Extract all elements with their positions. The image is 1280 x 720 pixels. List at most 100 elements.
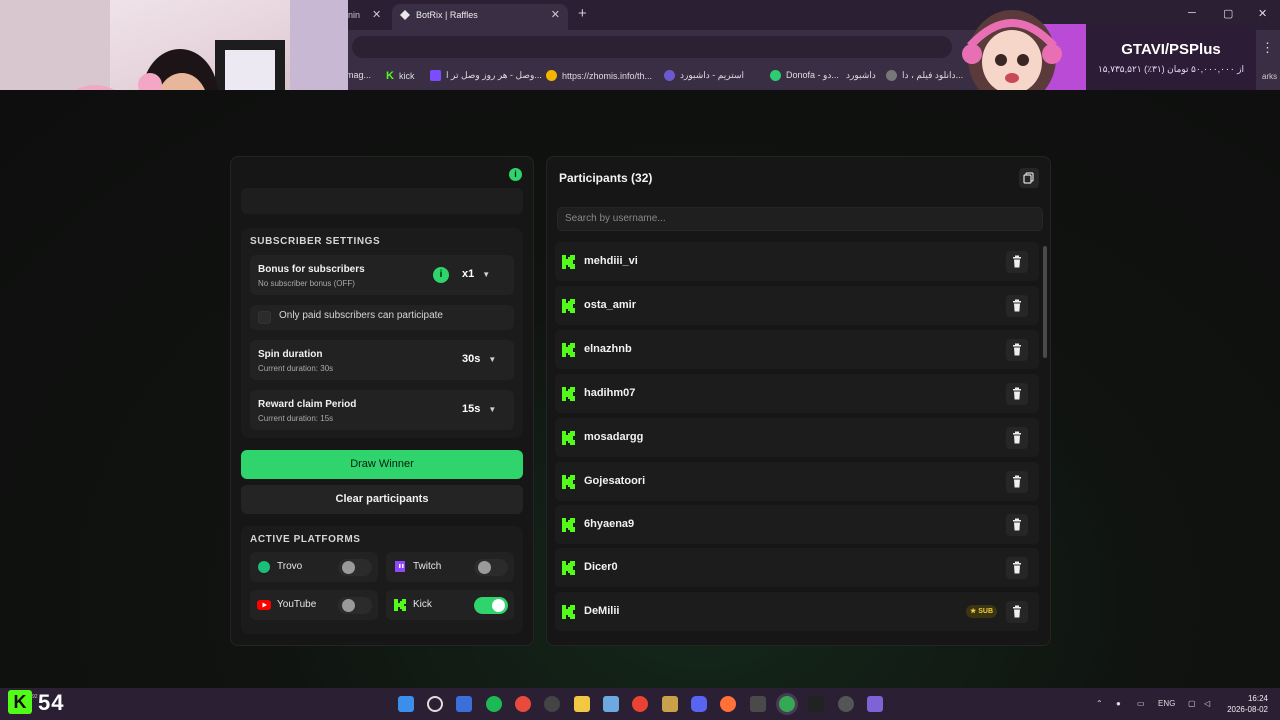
platform-kick: Kick — [386, 590, 514, 620]
volume-icon[interactable]: ◁ — [1204, 699, 1210, 708]
youtube-toggle[interactable] — [338, 597, 372, 614]
reward-claim-dropdown[interactable]: 15s ▼ — [462, 403, 496, 415]
bookmark-item[interactable]: https://zhomis.info/th... — [546, 70, 652, 81]
bookmark-item[interactable]: داشبورد — [846, 70, 876, 81]
close-window-button[interactable]: ✕ — [1258, 7, 1267, 20]
close-tab-icon[interactable]: ✕ — [372, 6, 381, 24]
toggle-knob — [492, 599, 505, 612]
remove-participant-button[interactable] — [1006, 383, 1028, 405]
remove-participant-button[interactable] — [1006, 471, 1028, 493]
bookmark-item[interactable]: Donofa - دو... — [770, 70, 839, 81]
app-icon[interactable] — [750, 696, 766, 712]
spotify-icon[interactable] — [486, 696, 502, 712]
address-bar[interactable] — [352, 36, 952, 58]
copy-icon — [1023, 172, 1034, 184]
remove-participant-button[interactable] — [1006, 427, 1028, 449]
botrix-favicon-icon — [400, 10, 410, 20]
display-icon[interactable]: ▢ — [1188, 699, 1196, 708]
remove-participant-button[interactable] — [1006, 339, 1028, 361]
donation-goal-title: GTAVI/PSPlus — [1121, 41, 1221, 58]
search-icon[interactable] — [427, 696, 443, 712]
bonus-info-icon[interactable]: i — [433, 267, 449, 283]
reward-claim-label: Reward claim Period — [258, 399, 357, 410]
new-tab-button[interactable]: + — [578, 5, 587, 22]
maximize-button[interactable]: ▢ — [1223, 7, 1233, 20]
youtube-icon — [257, 600, 271, 610]
language-indicator[interactable]: ENG — [1158, 699, 1175, 708]
bonus-subscribers-desc: No subscriber bonus (OFF) — [258, 279, 355, 288]
settings-field[interactable] — [241, 188, 523, 214]
kick-icon: K — [386, 70, 394, 82]
platform-trovo: Trovo — [250, 552, 378, 582]
bonus-subscribers-label: Bonus for subscribers — [258, 264, 365, 275]
clock-date: 2026-08-02 — [1227, 705, 1268, 714]
more-menu-icon[interactable]: ⋮ — [1261, 40, 1274, 56]
chrome-active-icon[interactable] — [779, 696, 795, 712]
twitch-toggle[interactable] — [474, 559, 508, 576]
participant-username: Gojesatoori — [584, 475, 646, 487]
file-explorer-icon[interactable] — [574, 696, 590, 712]
kick-icon — [562, 518, 575, 532]
app-icon[interactable] — [515, 696, 531, 712]
system-clock[interactable]: 16:24 2026-08-02 — [1224, 693, 1268, 715]
microphone-icon[interactable]: ● — [1116, 699, 1121, 708]
doc-icon — [430, 70, 441, 81]
draw-winner-button[interactable]: Draw Winner — [241, 450, 523, 479]
trash-icon — [1013, 255, 1021, 268]
spin-duration-dropdown[interactable]: 30s ▼ — [462, 353, 496, 365]
remove-participant-button[interactable] — [1006, 251, 1028, 273]
copy-button[interactable] — [1019, 168, 1039, 188]
platform-label: YouTube — [277, 599, 317, 610]
browser-tab-partial[interactable]: nin ✕ — [348, 6, 390, 28]
bookmark-label: وصل - هر روز وصل تر ا... — [446, 70, 542, 80]
keyboard-icon[interactable]: ▭ — [1137, 699, 1145, 708]
obs-icon[interactable] — [838, 696, 854, 712]
active-platforms-heading: ACTIVE PLATFORMS — [250, 534, 361, 545]
chevron-down-icon: ▼ — [488, 405, 497, 414]
bonus-multiplier-dropdown[interactable]: x1 ▼ — [462, 268, 490, 280]
participant-row: hadihm07 — [555, 374, 1039, 413]
bookmark-label: mag... — [346, 70, 372, 80]
chrome-icon — [546, 70, 557, 81]
kick-toggle[interactable] — [474, 597, 508, 614]
start-menu-icon[interactable] — [398, 696, 414, 712]
participant-row: elnazhnb — [555, 330, 1039, 369]
app-icon[interactable] — [867, 696, 883, 712]
subscriber-settings-heading: SUBSCRIBER SETTINGS — [250, 236, 381, 247]
close-tab-icon[interactable]: ✕ — [551, 4, 560, 26]
spin-duration-value: 30s — [462, 353, 481, 365]
bookmark-item[interactable]: استریم - داشبورد — [664, 70, 744, 81]
participant-search-input[interactable]: Search by username... — [557, 207, 1043, 231]
minimize-button[interactable]: ─ — [1188, 7, 1196, 19]
app-icon[interactable] — [544, 696, 560, 712]
firefox-icon[interactable] — [720, 696, 736, 712]
remove-participant-button[interactable] — [1006, 514, 1028, 536]
paid-only-checkbox[interactable] — [258, 311, 271, 324]
kick-icon — [394, 599, 406, 611]
terminal-icon[interactable] — [808, 696, 824, 712]
bookmark-item[interactable]: دانلود فیلم ، دا... — [886, 70, 963, 81]
remove-participant-button[interactable] — [1006, 601, 1028, 623]
participant-username: DeMilii — [584, 605, 620, 617]
paid-only-row[interactable]: Only paid subscribers can participate — [250, 305, 514, 330]
bonus-subscribers-row: Bonus for subscribers No subscriber bonu… — [250, 255, 514, 295]
counter-small-text: 92 — [32, 694, 38, 700]
bookmark-item[interactable]: وصل - هر روز وصل تر ا... — [430, 70, 542, 81]
chevron-up-icon[interactable]: ⌃ — [1096, 699, 1103, 708]
discord-icon[interactable] — [691, 696, 707, 712]
more-bookmarks-label[interactable]: arks — [1262, 72, 1277, 81]
trovo-toggle[interactable] — [338, 559, 372, 576]
bookmark-item[interactable]: mag... — [346, 70, 371, 80]
browser-tab-active[interactable]: BotRix | Raffles ✕ — [392, 4, 568, 30]
kick-icon — [562, 605, 575, 619]
participants-scrollbar[interactable] — [1043, 246, 1047, 358]
remove-participant-button[interactable] — [1006, 557, 1028, 579]
app-icon[interactable] — [456, 696, 472, 712]
remove-participant-button[interactable] — [1006, 295, 1028, 317]
clear-participants-button[interactable]: Clear participants — [241, 485, 523, 514]
chrome-icon[interactable] — [632, 696, 648, 712]
app-icon[interactable] — [662, 696, 678, 712]
info-icon[interactable]: i — [509, 168, 522, 181]
app-icon[interactable] — [603, 696, 619, 712]
bookmark-item[interactable]: Kkick — [386, 70, 414, 82]
